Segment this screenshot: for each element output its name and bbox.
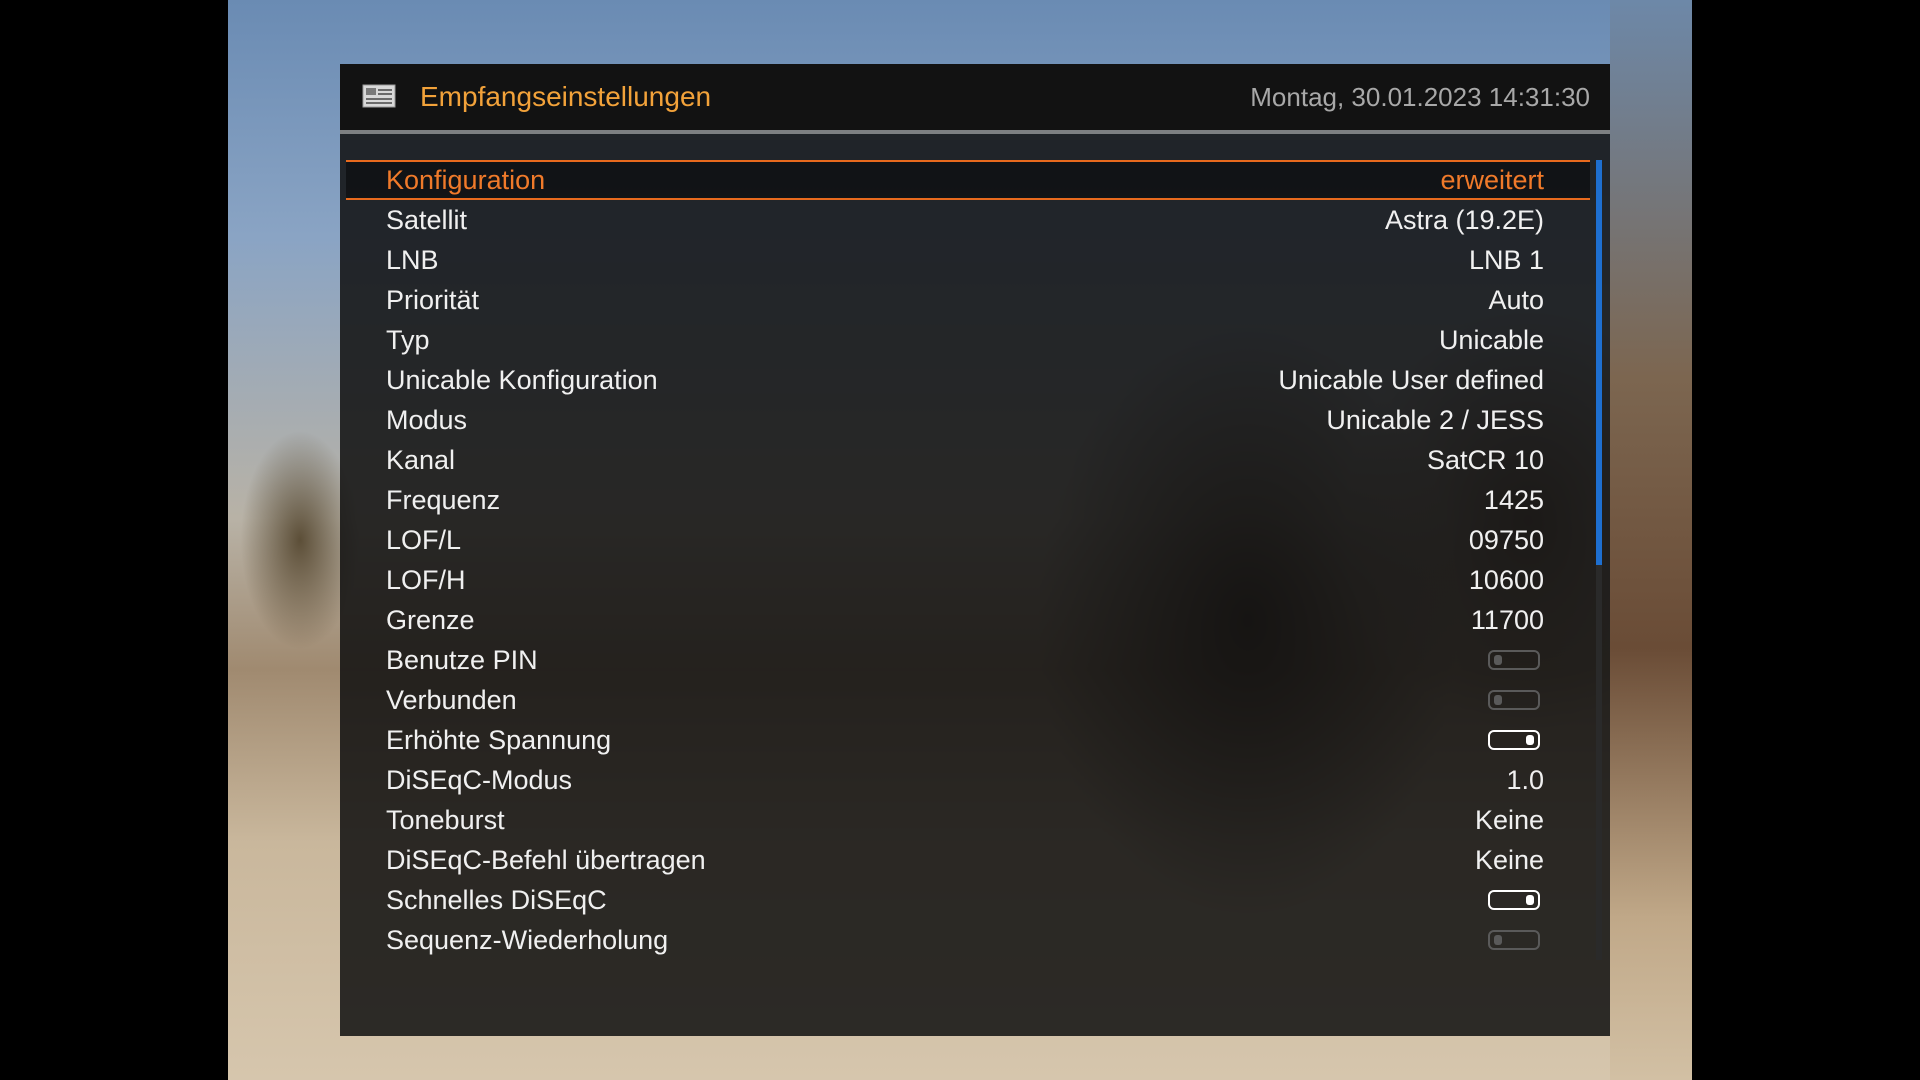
setting-label: Sequenz-Wiederholung (386, 925, 669, 955)
setting-value: Unicable User defined (1278, 365, 1544, 395)
settings-row[interactable]: LOF/H 10600 (346, 560, 1590, 600)
setting-value: SatCR 10 (1426, 445, 1544, 475)
toggle-knob (1494, 935, 1502, 945)
settings-screen-icon (362, 84, 396, 108)
settings-row[interactable]: Modus Unicable 2 / JESS (346, 400, 1590, 440)
page-title: Empfangseinstellungen (420, 81, 712, 112)
setting-label: Satellit (386, 205, 468, 235)
setting-label: Benutze PIN (386, 645, 538, 675)
settings-row[interactable]: DiSEqC-Befehl übertragen Keine (346, 840, 1590, 880)
toggle-switch[interactable] (1488, 730, 1540, 750)
settings-row[interactable]: Benutze PIN (346, 640, 1590, 680)
settings-row[interactable]: Erhöhte Spannung (346, 720, 1590, 760)
setting-value: Astra (19.2E) (1384, 205, 1544, 235)
scrollbar-thumb[interactable] (1596, 160, 1602, 565)
setting-value: Unicable 2 / JESS (1326, 405, 1544, 435)
setting-label: Konfiguration (386, 165, 546, 195)
setting-label: Erhöhte Spannung (386, 725, 612, 755)
setting-label: DiSEqC-Befehl übertragen (386, 845, 706, 875)
settings-row[interactable]: Priorität Auto (346, 280, 1590, 320)
setting-value: 09750 (1468, 525, 1544, 555)
settings-row[interactable]: Konfiguration erweitert (346, 160, 1590, 200)
setting-label: LNB (386, 245, 439, 275)
setting-value: Auto (1488, 285, 1544, 315)
setting-label: Toneburst (386, 805, 505, 835)
toggle-switch[interactable] (1488, 930, 1540, 950)
header-divider (340, 130, 1610, 134)
settings-row[interactable]: Sequenz-Wiederholung (346, 920, 1590, 960)
setting-label: Frequenz (386, 485, 501, 515)
setting-value: Unicable (1438, 325, 1544, 355)
setting-label: Schnelles DiSEqC (386, 885, 607, 915)
toggle-knob (1526, 895, 1534, 905)
toggle-knob (1494, 695, 1502, 705)
setting-value: erweitert (1440, 165, 1544, 195)
setting-label: LOF/L (386, 525, 462, 555)
settings-list: Konfiguration erweitert Satellit Astra (19.… (346, 160, 1590, 960)
toggle-switch[interactable] (1488, 690, 1540, 710)
settings-row[interactable]: Kanal SatCR 10 (346, 440, 1590, 480)
setting-label: Verbunden (386, 685, 517, 715)
toggle-knob (1526, 735, 1534, 745)
setting-value: LNB 1 (1468, 245, 1544, 275)
settings-row[interactable]: Typ Unicable (346, 320, 1590, 360)
toggle-knob (1494, 655, 1502, 665)
settings-row[interactable]: Grenze 11700 (346, 600, 1590, 640)
video-background-edge (1610, 0, 1692, 1080)
toggle-switch[interactable] (1488, 650, 1540, 670)
settings-row[interactable]: LNB LNB 1 (346, 240, 1590, 280)
setting-value: 1.0 (1506, 765, 1544, 795)
setting-value: Keine (1474, 805, 1544, 835)
setting-label: DiSEqC-Modus (386, 765, 573, 795)
settings-row[interactable]: Schnelles DiSEqC (346, 880, 1590, 920)
setting-label: Kanal (386, 445, 456, 475)
setting-value: 1425 (1483, 485, 1544, 515)
setting-label: Modus (386, 405, 468, 435)
header-datetime: Montag, 30.01.2023 14:31:30 (1250, 82, 1590, 112)
settings-row[interactable]: LOF/L 09750 (346, 520, 1590, 560)
settings-row[interactable]: DiSEqC-Modus 1.0 (346, 760, 1590, 800)
setting-value: Keine (1474, 845, 1544, 875)
setting-label: Grenze (386, 605, 475, 635)
setting-label: Unicable Konfiguration (386, 365, 658, 395)
setting-label: LOF/H (386, 565, 466, 595)
toggle-switch[interactable] (1488, 890, 1540, 910)
settings-row[interactable]: Frequenz 1425 (346, 480, 1590, 520)
settings-row[interactable]: Toneburst Keine (346, 800, 1590, 840)
settings-row[interactable]: Satellit Astra (19.2E) (346, 200, 1590, 240)
setting-value: 11700 (1470, 605, 1544, 635)
settings-row[interactable]: Unicable Konfiguration Unicable User defi… (346, 360, 1590, 400)
setting-label: Typ (386, 325, 430, 355)
settings-row[interactable]: Verbunden (346, 680, 1590, 720)
setting-label: Priorität (386, 285, 480, 315)
setting-value: 10600 (1468, 565, 1544, 595)
